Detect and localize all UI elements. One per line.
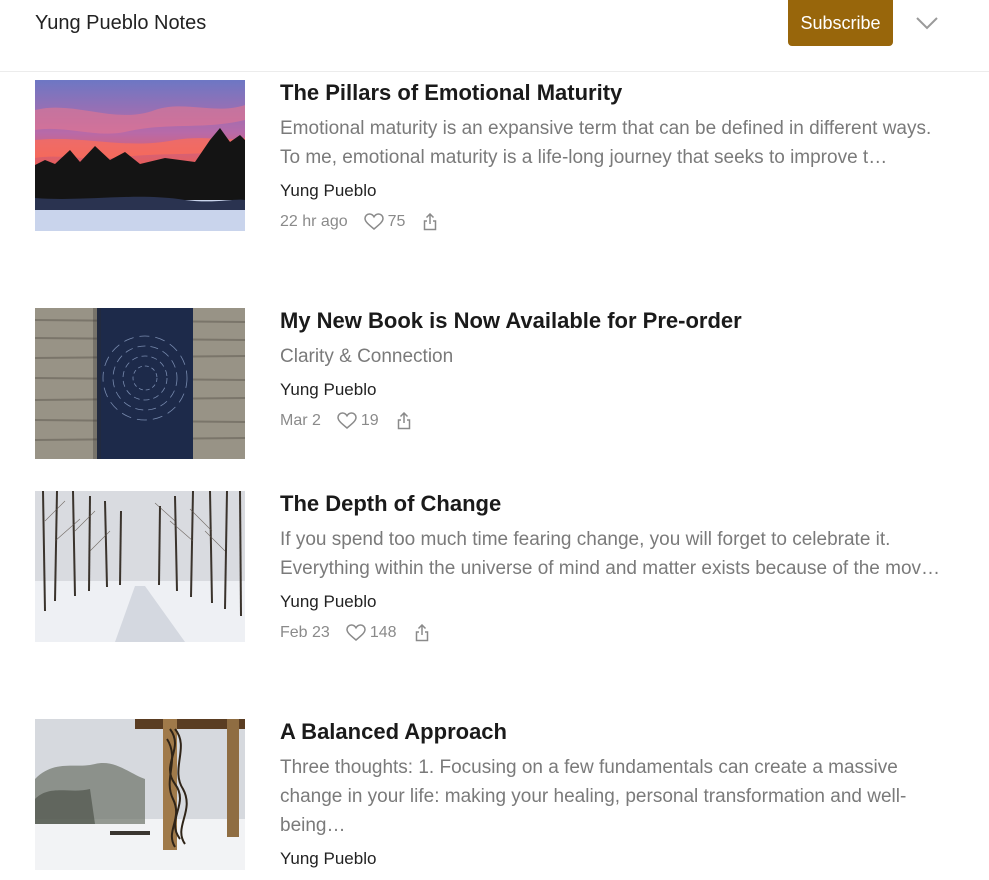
chevron-down-icon[interactable] xyxy=(914,10,940,36)
post-title[interactable]: My New Book is Now Available for Pre-ord… xyxy=(280,308,950,334)
post-title[interactable]: The Pillars of Emotional Maturity xyxy=(280,80,950,106)
share-icon xyxy=(415,624,428,642)
like-button[interactable]: 19 xyxy=(337,412,379,430)
like-count: 75 xyxy=(387,213,406,230)
subscribe-button[interactable]: Subscribe xyxy=(788,0,893,46)
top-bar: Yung Pueblo Notes Subscribe xyxy=(0,0,989,72)
post-author[interactable]: Yung Pueblo xyxy=(280,180,950,202)
post-subtitle[interactable]: Three thoughts: 1. Focusing on a few fun… xyxy=(280,753,950,840)
post-meta: Feb 23 148 xyxy=(280,621,950,645)
post-thumbnail[interactable] xyxy=(35,308,245,459)
share-button[interactable] xyxy=(397,412,411,430)
like-count: 148 xyxy=(369,624,397,641)
share-icon xyxy=(424,213,437,231)
post-thumbnail[interactable] xyxy=(35,491,245,642)
publication-title[interactable]: Yung Pueblo Notes xyxy=(35,11,206,35)
like-button[interactable]: 75 xyxy=(363,213,406,231)
post-date: 22 hr ago xyxy=(280,213,348,230)
post-subtitle[interactable]: Clarity & Connection xyxy=(280,342,950,371)
post-thumbnail[interactable] xyxy=(35,719,245,870)
post-meta: Mar 2 19 xyxy=(280,409,950,433)
post-author[interactable]: Yung Pueblo xyxy=(280,379,950,401)
heart-icon xyxy=(337,412,357,429)
heart-icon xyxy=(363,213,384,230)
post-thumbnail[interactable] xyxy=(35,80,245,231)
post-author[interactable]: Yung Pueblo xyxy=(280,848,950,870)
post-meta: 22 hr ago 75 xyxy=(280,210,950,234)
share-button[interactable] xyxy=(415,624,429,642)
post-item: The Pillars of Emotional Maturity Emotio… xyxy=(35,80,955,280)
share-icon xyxy=(397,412,410,430)
share-button[interactable] xyxy=(423,213,437,231)
post-title[interactable]: A Balanced Approach xyxy=(280,719,950,745)
post-item: A Balanced Approach Three thoughts: 1. F… xyxy=(35,719,955,880)
post-subtitle[interactable]: If you spend too much time fearing chang… xyxy=(280,525,950,583)
like-count: 19 xyxy=(360,412,379,429)
post-item: My New Book is Now Available for Pre-ord… xyxy=(35,308,955,468)
post-subtitle[interactable]: Emotional maturity is an expansive term … xyxy=(280,114,950,172)
post-author[interactable]: Yung Pueblo xyxy=(280,591,950,613)
like-button[interactable]: 148 xyxy=(346,624,397,642)
post-title[interactable]: The Depth of Change xyxy=(280,491,950,517)
post-date: Mar 2 xyxy=(280,412,321,429)
heart-icon xyxy=(346,624,366,641)
post-item: The Depth of Change If you spend too muc… xyxy=(35,491,955,691)
post-date: Feb 23 xyxy=(280,624,330,641)
